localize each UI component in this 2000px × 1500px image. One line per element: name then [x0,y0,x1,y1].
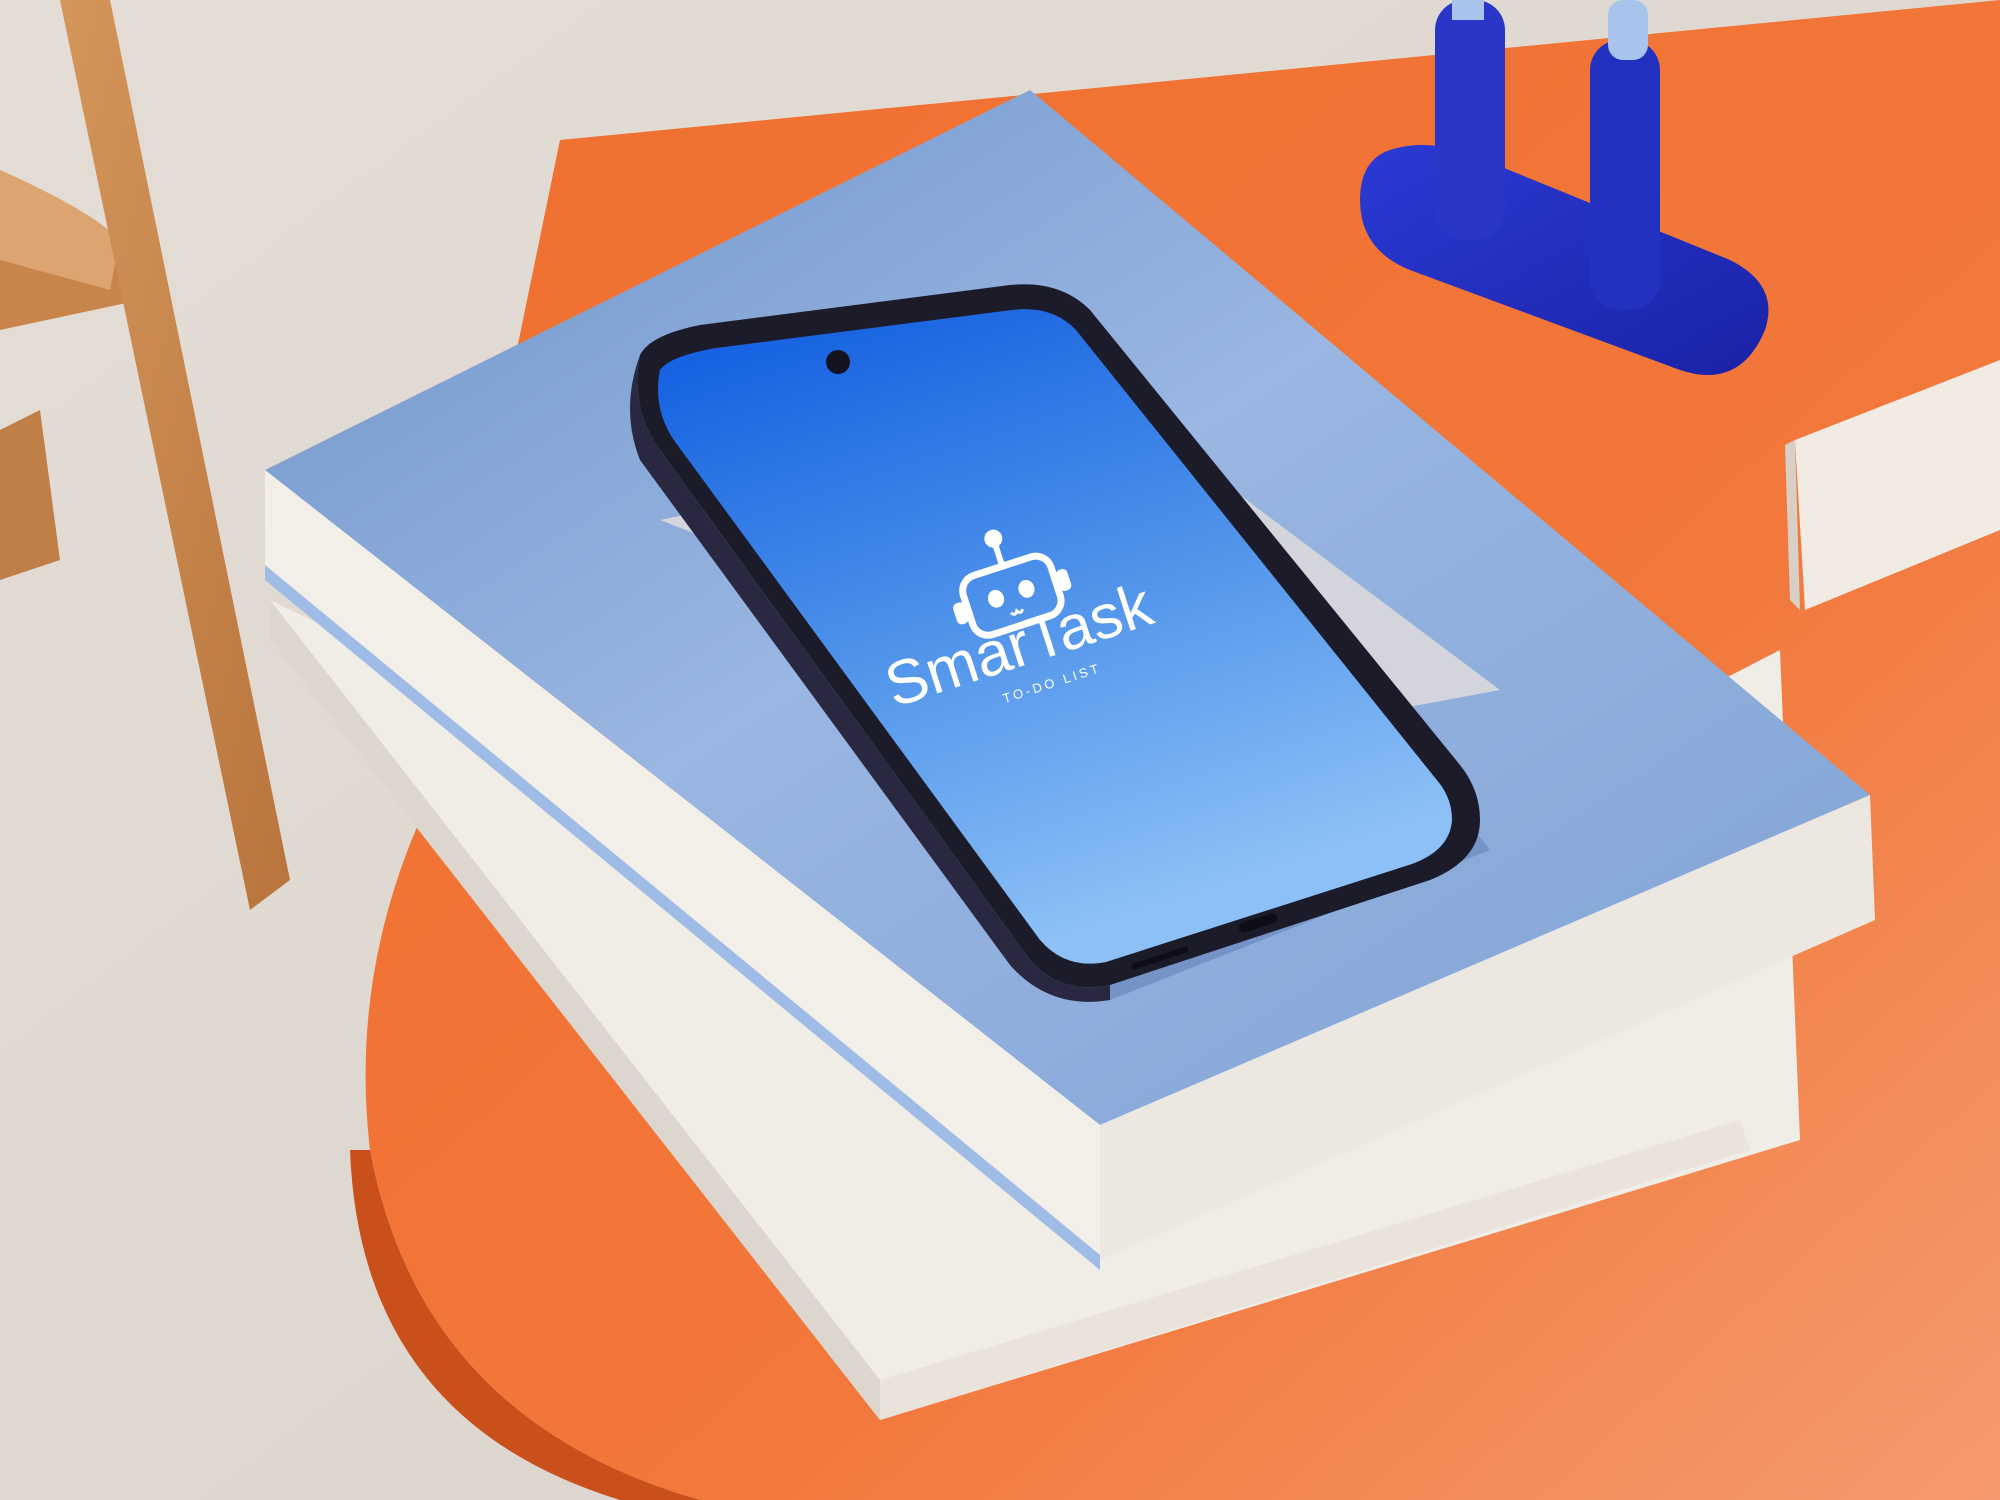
scene-illustration: SmarTask TO-DO LIST [0,0,2000,1500]
front-camera-icon [826,350,850,374]
mockup-scene: SmarTask TO-DO LIST [0,0,2000,1500]
